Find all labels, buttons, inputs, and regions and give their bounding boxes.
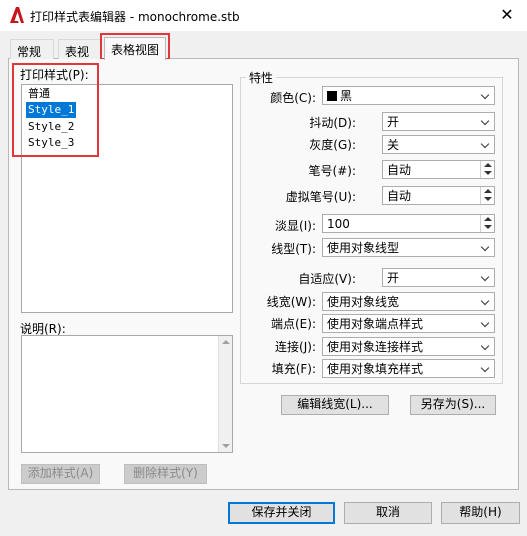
- tab-table-view[interactable]: 表视图: [58, 39, 102, 76]
- arrow-up-icon[interactable]: [484, 163, 492, 167]
- endstyle-value: 使用对象端点样式: [327, 317, 424, 331]
- chevron-down-icon: [479, 136, 494, 153]
- tab-form-view[interactable]: 表格视图: [104, 37, 166, 60]
- properties-group-label: 特性: [246, 69, 277, 86]
- linetype-combo[interactable]: 使用对象线型: [322, 238, 495, 257]
- lineweight-value: 使用对象线宽: [327, 295, 400, 309]
- linetype-label: 线型(T):: [271, 242, 316, 256]
- spinner-buttons[interactable]: [480, 187, 494, 204]
- screening-spinner[interactable]: 100: [322, 214, 495, 233]
- color-combo[interactable]: 黑: [322, 86, 495, 105]
- dither-combo[interactable]: 开: [382, 112, 495, 131]
- window-title: 打印样式表编辑器 - monochrome.stb: [30, 10, 240, 24]
- autocad-logo-icon: [10, 7, 24, 23]
- edit-lineweights-button[interactable]: 编辑线宽(L)...: [281, 395, 389, 415]
- chevron-down-icon: [479, 338, 494, 355]
- delete-style-button[interactable]: 删除样式(Y): [124, 464, 207, 484]
- virtual-pen-value: 自动: [387, 189, 412, 203]
- chevron-down-icon: [479, 269, 494, 286]
- fillstyle-value: 使用对象填充样式: [327, 362, 424, 376]
- scroll-down-icon[interactable]: [222, 444, 230, 448]
- fillstyle-combo[interactable]: 使用对象填充样式: [322, 359, 495, 378]
- fillstyle-label: 填充(F):: [271, 362, 316, 376]
- grayscale-combo[interactable]: 关: [382, 135, 495, 154]
- screening-label: 淡显(I):: [275, 219, 316, 233]
- lineweight-label: 线宽(W):: [266, 295, 316, 309]
- grayscale-value: 关: [387, 138, 400, 152]
- pen-value: 自动: [387, 163, 412, 177]
- spinner-buttons[interactable]: [480, 161, 494, 178]
- screening-value: 100: [327, 217, 350, 231]
- dither-value: 开: [387, 115, 400, 129]
- pen-spinner[interactable]: 自动: [382, 160, 495, 179]
- tab-general[interactable]: 常规: [10, 39, 54, 59]
- joinstyle-combo[interactable]: 使用对象连接样式: [322, 337, 495, 356]
- title-bar: 打印样式表编辑器 - monochrome.stb ✕: [0, 0, 527, 31]
- description-scrollbar[interactable]: [218, 336, 232, 452]
- color-value: 黑: [340, 89, 353, 103]
- joinstyle-value: 使用对象连接样式: [327, 340, 424, 354]
- virtual-pen-spinner[interactable]: 自动: [382, 186, 495, 205]
- cancel-button[interactable]: 取消: [344, 502, 432, 524]
- chevron-down-icon: [479, 113, 494, 130]
- grayscale-label: 灰度(G):: [309, 138, 356, 152]
- joinstyle-label: 连接(J):: [275, 340, 316, 354]
- scroll-up-icon[interactable]: [222, 340, 230, 344]
- add-style-button[interactable]: 添加样式(A): [21, 464, 100, 484]
- dither-label: 抖动(D):: [309, 116, 356, 130]
- virtual-pen-label: 虚拟笔号(U):: [285, 190, 356, 204]
- adaptive-combo[interactable]: 开: [382, 268, 495, 287]
- highlight-box-styles: [12, 63, 99, 157]
- help-button[interactable]: 帮助(H): [441, 502, 520, 524]
- arrow-down-icon[interactable]: [484, 171, 492, 175]
- color-label: 颜色(C):: [270, 91, 316, 105]
- adaptive-value: 开: [387, 271, 400, 285]
- save-as-button[interactable]: 另存为(S)...: [410, 395, 496, 415]
- lineweight-combo[interactable]: 使用对象线宽: [322, 292, 495, 311]
- chevron-down-icon: [479, 87, 494, 104]
- chevron-down-icon: [479, 239, 494, 256]
- endstyle-combo[interactable]: 使用对象端点样式: [322, 314, 495, 333]
- chevron-down-icon: [479, 293, 494, 310]
- arrow-up-icon[interactable]: [484, 217, 492, 221]
- close-icon[interactable]: ✕: [495, 4, 519, 26]
- linetype-value: 使用对象线型: [327, 241, 400, 255]
- chevron-down-icon: [479, 360, 494, 377]
- arrow-down-icon[interactable]: [484, 225, 492, 229]
- chevron-down-icon: [479, 315, 494, 332]
- adaptive-label: 自适应(V):: [298, 272, 356, 286]
- arrow-down-icon[interactable]: [484, 197, 492, 201]
- arrow-up-icon[interactable]: [484, 189, 492, 193]
- description-textarea[interactable]: [21, 335, 233, 453]
- save-and-close-button[interactable]: 保存并关闭: [228, 502, 335, 524]
- pen-label: 笔号(#):: [308, 164, 356, 178]
- spinner-buttons[interactable]: [480, 215, 494, 232]
- endstyle-label: 端点(E):: [271, 317, 316, 331]
- color-swatch: [327, 91, 337, 101]
